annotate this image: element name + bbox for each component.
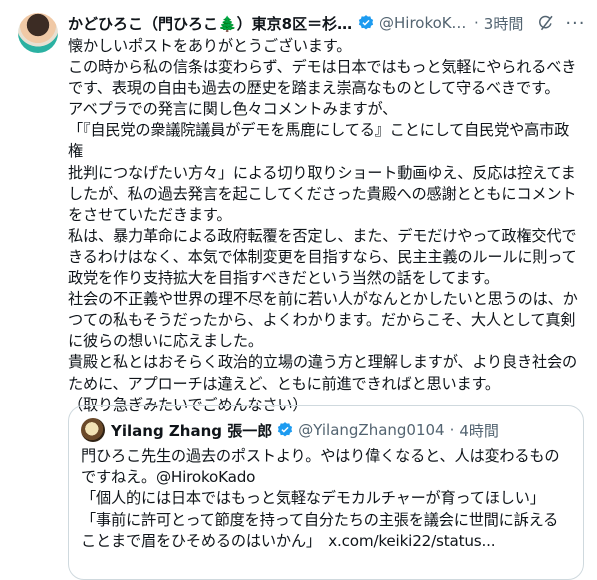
text-line: 門ひろこ先生の過去のポストより。やはり偉くなると、人は変わるもの <box>81 447 560 465</box>
quoted-author-handle: @YilangZhang0104 <box>298 421 445 439</box>
text-line: ために、アプローチは違えど、ともに前進できればと思います。 <box>68 374 500 393</box>
text-line: 「事前に許可とって節度を持って自分たちの主張を議会に世間に訴える <box>81 510 559 529</box>
separator-dot: · <box>474 14 479 32</box>
text-line: ことまで眉をひそめるのはいかん」 x.com/keiki22/status... <box>81 531 496 550</box>
text-line: 「『自民党の衆議院議員がデモを馬鹿にしてる』ことにして自民党や高市政権 <box>68 121 570 161</box>
quoted-post-text: 門ひろこ先生の過去のポストより。やはり偉くなると、人は変わるもの ですねえ。@Hi… <box>81 446 571 552</box>
text-line: アベプラでの発言に関し色々コメントみますが、 <box>68 100 398 119</box>
text-line: をさせていただきます。 <box>68 205 232 224</box>
grok-icon[interactable] <box>537 14 555 32</box>
text-line: 社会の不正義や世界の理不尽を前に若い人がなんとかしたいと思うのは、か <box>68 290 578 309</box>
quoted-author-avatar <box>81 418 105 442</box>
text-line: 批判につなげたい方々」による切り取りショート動画ゆえ、反応は控えてま <box>68 163 576 182</box>
author-avatar[interactable] <box>18 13 58 53</box>
text-line: 懐かしいポストをありがとうございます。 <box>68 37 352 55</box>
text-line: 「個人的には日本ではもっと気軽なデモカルチャーが育ってほしい」 <box>81 489 545 508</box>
text-line: したが、私の過去発言を起こしてくださった貴殿への感謝とともにコメント <box>68 184 577 203</box>
text-line: 貴殿と私とはおそらく政治的立場の違う方と理解しますが、より良き社会の <box>68 353 577 372</box>
post-header: かどひろこ（門ひろこ🌲）東京8区＝杉... @HirokoKa... · 3時間… <box>68 12 588 34</box>
text-line: に彼らの想いに応えました。 <box>68 332 263 351</box>
text-line: 私は、暴力革命による政府転覆を否定し、また、デモだけやって政権交代で <box>68 226 577 245</box>
quoted-post[interactable]: Yilang Zhang 張一郎 @YilangZhang0104 · 4時間 … <box>68 405 584 580</box>
text-line: つての私もそうだったから、よくわかります。だからこそ、大人として真剣 <box>68 311 576 330</box>
author-name[interactable]: かどひろこ（門ひろこ🌲）東京8区＝杉... <box>68 13 353 34</box>
quoted-post-header: Yilang Zhang 張一郎 @YilangZhang0104 · 4時間 <box>111 418 499 442</box>
text-line: この時から私の信条は変わらず、デモは日本ではもっと気軽にやられるべき <box>68 58 577 77</box>
text-line: です、表現の自由も過去の歴史を踏まえ崇高なものとして守るべきです。 <box>68 79 560 98</box>
separator-dot: · <box>449 421 455 439</box>
quoted-author-name: Yilang Zhang 張一郎 <box>111 421 273 440</box>
text-line: きるわけはなく、本気で体制変更を目指すなら、民主主義のルールに則って <box>68 247 577 266</box>
text-line: ですねえ。@HirokoKado <box>81 468 256 487</box>
author-handle[interactable]: @HirokoKa... <box>379 14 469 32</box>
quoted-post-time: 4時間 <box>459 421 499 440</box>
post-text: 懐かしいポストをありがとうございます。この時から私の信条は変わらず、デモは日本で… <box>68 36 584 416</box>
text-line: 政党を作り支持拡大を目指すべきだという当然の話をしてます。 <box>68 269 499 288</box>
post-time[interactable]: 3時間 <box>484 13 524 34</box>
verified-badge-icon <box>276 421 294 439</box>
verified-badge-icon <box>357 14 375 32</box>
more-options-icon[interactable]: ··· <box>565 13 585 34</box>
